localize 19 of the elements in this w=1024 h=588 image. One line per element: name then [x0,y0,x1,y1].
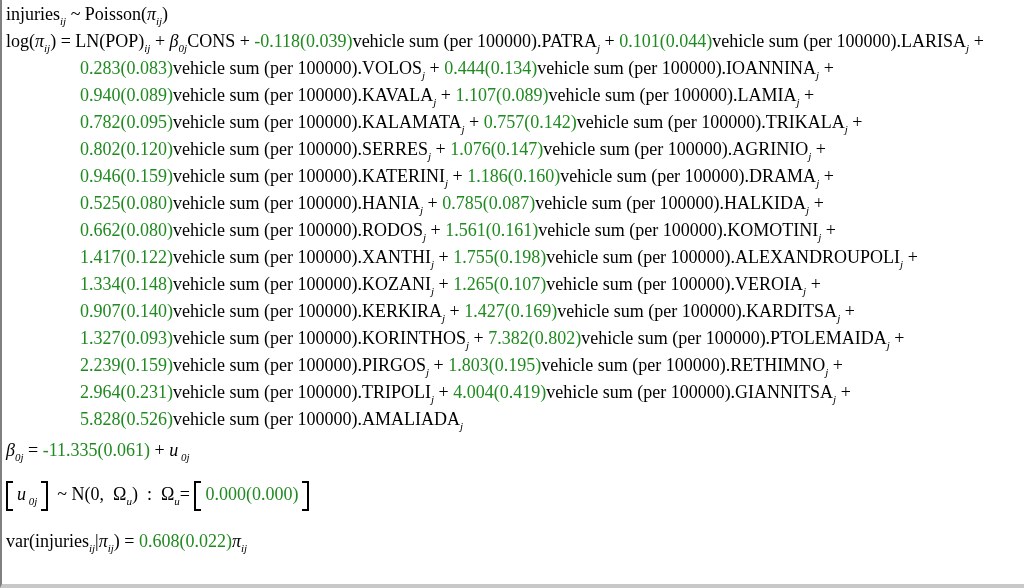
equation-line: u$_{0j}$ ~ N(0, Ω$_{u}$) : Ω$_{u}$= 0.000(0.000) [6,481,310,511]
equation-line: 5.828(0.526)vehicle sum (per 100000).AMALIADA$_{j}$ [80,408,463,433]
equation-line: 2.964(0.231)vehicle sum (per 100000).TRIPOLI$_{j}$ + 4.004(0.419)vehicle sum (per 100000).GIANNITSA$_{j}$ + [80,381,851,406]
equation-line: 0.283(0.083)vehicle sum (per 100000).VOLOS$_{j}$ + 0.444(0.134)vehicle sum (per 100000).IOANNINA$_{j}$ + [80,57,834,82]
equation-line: 2.239(0.159)vehicle sum (per 100000).PIRGOS$_{j}$ + 1.803(0.195)vehicle sum (per 100000).RETHIMNO$_{j}$ + [80,354,843,379]
equation-line: 0.802(0.120)vehicle sum (per 100000).SERRES$_{j}$ + 1.076(0.147)vehicle sum (per 100000).AGRINIO$_{j}$ + [80,138,826,163]
equation-line: β$_{0j}$ = -11.335(0.061) + u$_{0j}$ [6,438,190,464]
equation-line: 0.525(0.080)vehicle sum (per 100000).HANIA$_{j}$ + 0.785(0.087)vehicle sum (per 100000).HALKIDA$_{j}$ + [80,192,824,217]
equation-line: injuries$_{ij}$ ~ Poisson(π$_{ij}$) [6,3,169,28]
equation-line: 1.327(0.093)vehicle sum (per 100000).KORINTHOS$_{j}$ + 7.382(0.802)vehicle sum (per 100000).PTOLEMAIDA$_{j}$ + [80,327,905,352]
equation-line: 1.334(0.148)vehicle sum (per 100000).KOZANI$_{j}$ + 1.265(0.107)vehicle sum (per 100000).VEROIA$_{j}$ + [80,273,821,298]
equation-line: log(π$_{ij}$) = LN(POP)$_{ij}$ + β$_{0j}$CONS + -0.118(0.039)vehicle sum (per 100000).PATRA$_{j}$ + 0.101(0.044)vehicle sum (per 100000).LARISA$_{j}$ + [6,30,984,55]
equation-line: 0.782(0.095)vehicle sum (per 100000).KALAMATA$_{j}$ + 0.757(0.142)vehicle sum (per 100000).TRIKALA$_{j}$ + [80,111,863,136]
equation-line: 0.662(0.080)vehicle sum (per 100000).RODOS$_{j}$ + 1.561(0.161)vehicle sum (per 100000).KOMOTINI$_{j}$ + [80,219,836,244]
equation-line: var(injuries$_{ij}$|π$_{ij}$) = 0.608(0.022)π$_{ij}$ [6,529,248,555]
equation-line: 0.940(0.089)vehicle sum (per 100000).KAVALA$_{j}$ + 1.107(0.089)vehicle sum (per 100000).LAMIA$_{j}$ + [80,84,815,109]
equation-line: 1.417(0.122)vehicle sum (per 100000).XANTHI$_{j}$ + 1.755(0.198)vehicle sum (per 100000).ALEXANDROUPOLI$_{j}$ + [80,246,918,271]
equation-line: 0.946(0.159)vehicle sum (per 100000).KATERINI$_{j}$ + 1.186(0.160)vehicle sum (per 100000).DRAMA$_{j}$ + [80,165,834,190]
equation-line: 0.907(0.140)vehicle sum (per 100000).KERKIRA$_{j}$ + 1.427(0.169)vehicle sum (per 100000).KARDITSA$_{j}$ + [80,300,855,325]
